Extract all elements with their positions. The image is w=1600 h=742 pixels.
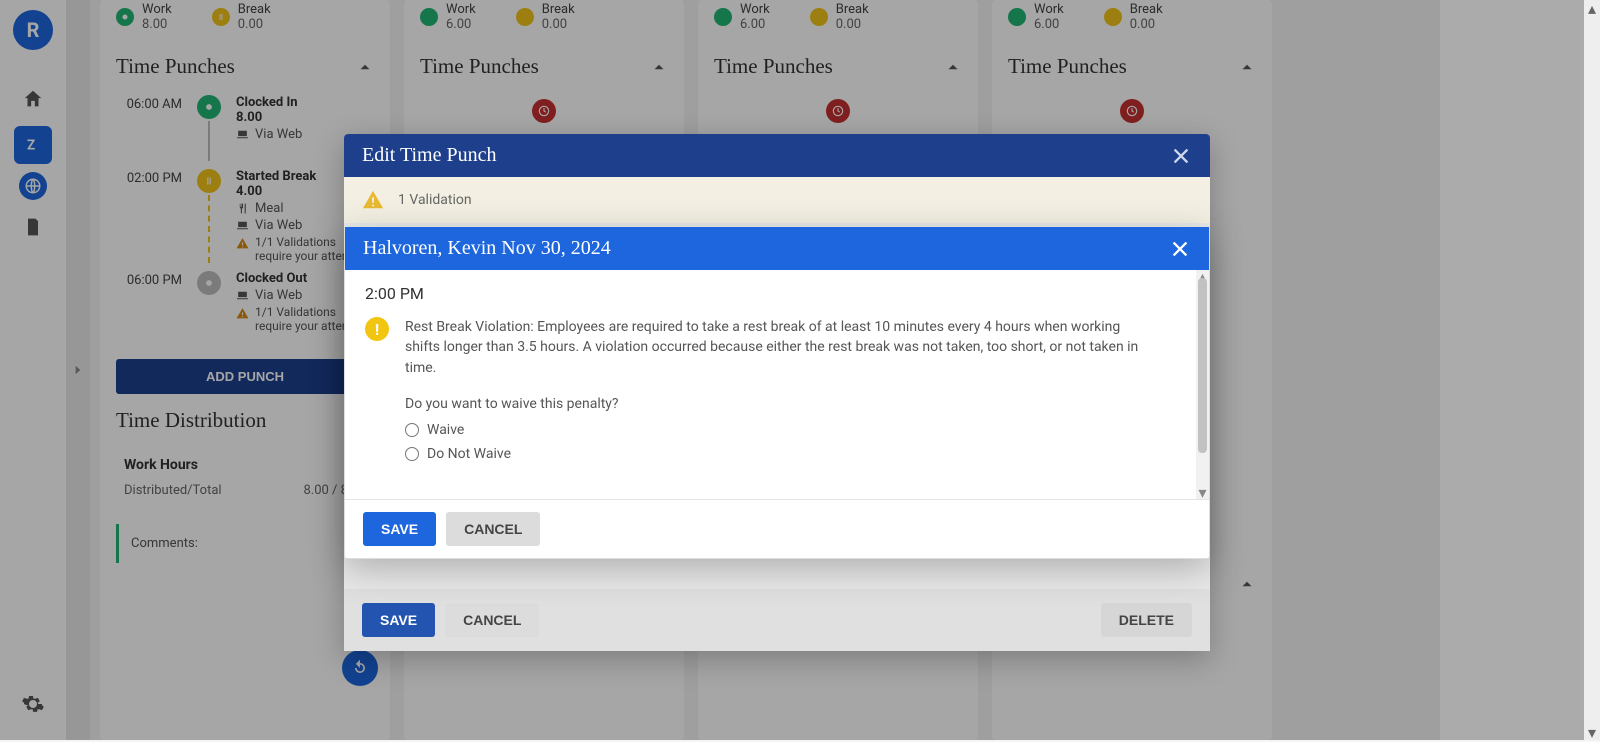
do-not-waive-label: Do Not Waive xyxy=(427,446,511,462)
waive-question: Do you want to waive this penalty? xyxy=(405,396,1189,412)
do-not-waive-radio[interactable] xyxy=(405,447,419,461)
exclamation-icon: ! xyxy=(365,317,389,341)
validation-text: 1 Validation xyxy=(398,192,472,208)
scroll-thumb[interactable] xyxy=(1198,278,1207,453)
waive-option[interactable]: Waive xyxy=(405,422,1189,438)
delete-button[interactable]: DELETE xyxy=(1101,603,1192,637)
inner-modal-title: Halvoren, Kevin Nov 30, 2024 xyxy=(363,237,611,260)
waive-label: Waive xyxy=(427,422,464,438)
outer-cancel-button[interactable]: CANCEL xyxy=(445,603,539,637)
do-not-waive-option[interactable]: Do Not Waive xyxy=(405,446,1189,462)
outer-save-button[interactable]: SAVE xyxy=(362,603,435,637)
inner-modal-body: 2:00 PM ! Rest Break Violation: Employee… xyxy=(345,270,1209,499)
backdrop-right xyxy=(1440,0,1600,740)
scroll-down-icon[interactable]: ▾ xyxy=(1196,486,1209,499)
page-scrollbar[interactable]: ▴ ▾ xyxy=(1584,0,1600,740)
modal-title: Edit Time Punch xyxy=(362,144,496,167)
validation-banner[interactable]: 1 Validation xyxy=(344,177,1210,223)
validation-modal: Halvoren, Kevin Nov 30, 2024 2:00 PM ! R… xyxy=(344,226,1210,559)
violation-time: 2:00 PM xyxy=(365,284,1189,303)
cancel-button[interactable]: CANCEL xyxy=(446,512,540,546)
save-button[interactable]: SAVE xyxy=(363,512,436,546)
inner-scrollbar[interactable]: ▴ ▾ xyxy=(1196,270,1209,499)
violation-text: Rest Break Violation: Employees are requ… xyxy=(405,317,1145,378)
warning-icon xyxy=(362,189,384,211)
close-icon[interactable] xyxy=(1170,145,1192,167)
close-icon[interactable] xyxy=(1169,238,1191,260)
scroll-up-icon[interactable]: ▴ xyxy=(1584,0,1600,16)
scroll-down-icon[interactable]: ▾ xyxy=(1584,724,1600,740)
waive-radio[interactable] xyxy=(405,423,419,437)
